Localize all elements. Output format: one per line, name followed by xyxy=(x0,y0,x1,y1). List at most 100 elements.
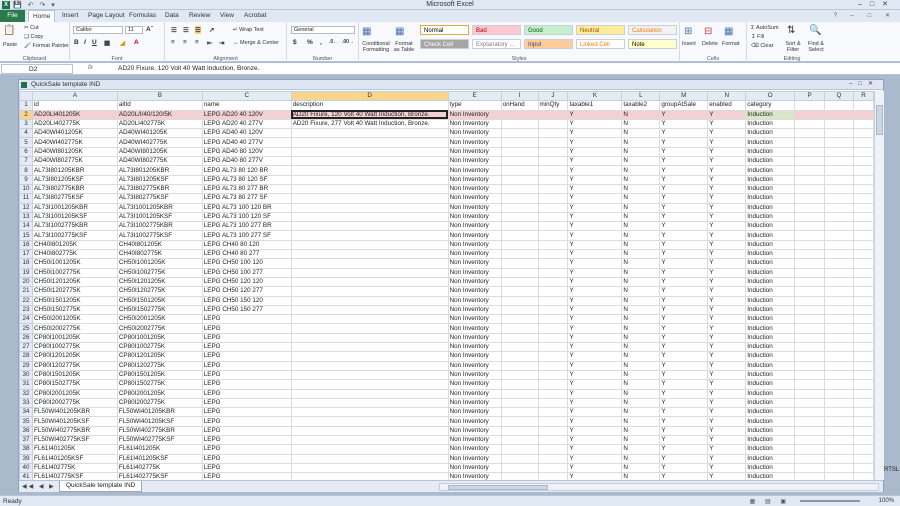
format-cells-button[interactable]: Format xyxy=(722,41,739,47)
cell[interactable]: CP80I2002775K xyxy=(31,397,118,409)
row-header[interactable]: 23 xyxy=(19,304,33,316)
cell[interactable]: Y xyxy=(567,276,623,288)
cell[interactable]: Y xyxy=(659,193,709,204)
cell[interactable]: Y xyxy=(707,434,747,446)
cell[interactable] xyxy=(500,397,539,409)
cell[interactable]: Y xyxy=(659,202,709,213)
font-name-combo[interactable]: Calibri xyxy=(73,26,123,34)
cell[interactable]: Y xyxy=(707,221,747,232)
cell[interactable] xyxy=(290,323,449,334)
cell[interactable]: LEPG xyxy=(201,434,292,446)
cell[interactable]: LEPG AD20 40 120V xyxy=(201,109,292,120)
cell[interactable]: Y xyxy=(567,379,623,390)
cell[interactable] xyxy=(824,193,854,204)
cell[interactable]: FL61I402775K xyxy=(116,462,203,474)
cell[interactable]: Non Inventory xyxy=(447,174,502,185)
cell[interactable]: Non Inventory xyxy=(447,258,502,269)
row-header[interactable]: 41 xyxy=(19,472,33,480)
cell[interactable]: CH50I1201205K xyxy=(31,276,118,288)
cell[interactable]: AL73I802775KBR xyxy=(116,183,203,195)
cell[interactable]: Y xyxy=(707,109,747,120)
cell[interactable] xyxy=(824,221,854,232)
cell[interactable] xyxy=(290,211,449,223)
cell[interactable] xyxy=(500,407,539,418)
cell[interactable] xyxy=(290,193,449,204)
cell[interactable] xyxy=(824,379,854,390)
cell[interactable] xyxy=(290,128,449,139)
column-header-c[interactable]: C xyxy=(201,91,292,102)
cell[interactable] xyxy=(537,462,569,474)
cell[interactable]: Non Inventory xyxy=(447,202,502,213)
cell[interactable] xyxy=(290,444,449,455)
cell[interactable]: Y xyxy=(707,388,747,399)
field-header-cell[interactable]: description xyxy=(290,100,449,111)
cell[interactable] xyxy=(500,472,539,480)
cell[interactable]: N xyxy=(621,183,661,195)
cell[interactable] xyxy=(500,249,539,260)
cell[interactable]: Non Inventory xyxy=(447,249,502,260)
cell[interactable]: Y xyxy=(707,165,747,176)
ribbon-controls[interactable]: ? – □ ✕ xyxy=(834,12,896,19)
cell[interactable] xyxy=(537,249,569,260)
cell[interactable] xyxy=(500,351,539,362)
cell[interactable]: Y xyxy=(659,388,709,399)
cell[interactable] xyxy=(500,453,539,464)
cell[interactable] xyxy=(537,137,569,148)
cell[interactable]: AD40WI801205K xyxy=(31,146,118,158)
cell[interactable] xyxy=(852,397,874,409)
cell[interactable] xyxy=(290,202,449,213)
cell[interactable] xyxy=(794,388,826,399)
cell[interactable]: CH50I1201205K xyxy=(116,276,203,288)
cell[interactable] xyxy=(500,146,539,158)
cell[interactable]: LEPG xyxy=(201,379,292,390)
cell[interactable] xyxy=(794,128,826,139)
cell[interactable]: CH40I802775K xyxy=(116,249,203,260)
field-header-cell[interactable] xyxy=(794,100,826,111)
cell[interactable]: Y xyxy=(707,118,747,130)
field-header-cell[interactable] xyxy=(824,100,854,111)
cell[interactable]: Non Inventory xyxy=(447,146,502,158)
row-header[interactable]: 31 xyxy=(19,379,33,390)
cell[interactable] xyxy=(824,332,854,344)
cell[interactable]: Y xyxy=(567,156,623,167)
cell[interactable]: Y xyxy=(659,323,709,334)
cell[interactable]: Induction xyxy=(745,183,796,195)
cell[interactable]: N xyxy=(621,211,661,223)
cell[interactable]: Y xyxy=(659,453,709,464)
column-header-j[interactable]: J xyxy=(537,91,569,102)
cell[interactable] xyxy=(500,341,539,353)
cell[interactable]: Y xyxy=(707,360,747,371)
format-as-table-button[interactable]: Format as Table xyxy=(392,41,416,53)
cell[interactable] xyxy=(537,472,569,480)
cell[interactable] xyxy=(824,128,854,139)
cell[interactable]: Induction xyxy=(745,369,796,381)
cell[interactable]: AL73I1002775KSF xyxy=(116,230,203,241)
cell[interactable]: Induction xyxy=(745,304,796,316)
cell[interactable]: CH50I1502775K xyxy=(31,304,118,316)
cell[interactable]: Y xyxy=(567,388,623,399)
cell[interactable]: Induction xyxy=(745,472,796,480)
cell[interactable]: AD40WI801205K xyxy=(116,146,203,158)
cell[interactable]: N xyxy=(621,193,661,204)
cell[interactable]: AD40WI402775K xyxy=(116,137,203,148)
cell[interactable] xyxy=(290,249,449,260)
row-header[interactable]: 10 xyxy=(19,183,33,195)
cell[interactable] xyxy=(537,183,569,195)
cell[interactable]: Y xyxy=(659,211,709,223)
cell[interactable]: Y xyxy=(707,397,747,409)
cell[interactable]: CH50I2001205K xyxy=(116,314,203,325)
cell[interactable]: Y xyxy=(707,462,747,474)
cell[interactable] xyxy=(537,323,569,334)
cell[interactable]: CP80I1001205K xyxy=(31,332,118,344)
cell[interactable] xyxy=(852,314,874,325)
cell[interactable]: Y xyxy=(567,304,623,316)
cell[interactable] xyxy=(500,425,539,437)
cell[interactable]: Y xyxy=(707,183,747,195)
cell[interactable]: Induction xyxy=(745,351,796,362)
increase-decimal-icon[interactable]: .0← xyxy=(329,39,338,45)
cell[interactable]: Y xyxy=(659,434,709,446)
cell[interactable]: Induction xyxy=(745,397,796,409)
row-header[interactable]: 19 xyxy=(19,267,33,278)
cell[interactable]: Y xyxy=(567,416,623,427)
cell[interactable]: LEPG AD40 40 277V xyxy=(201,137,292,148)
